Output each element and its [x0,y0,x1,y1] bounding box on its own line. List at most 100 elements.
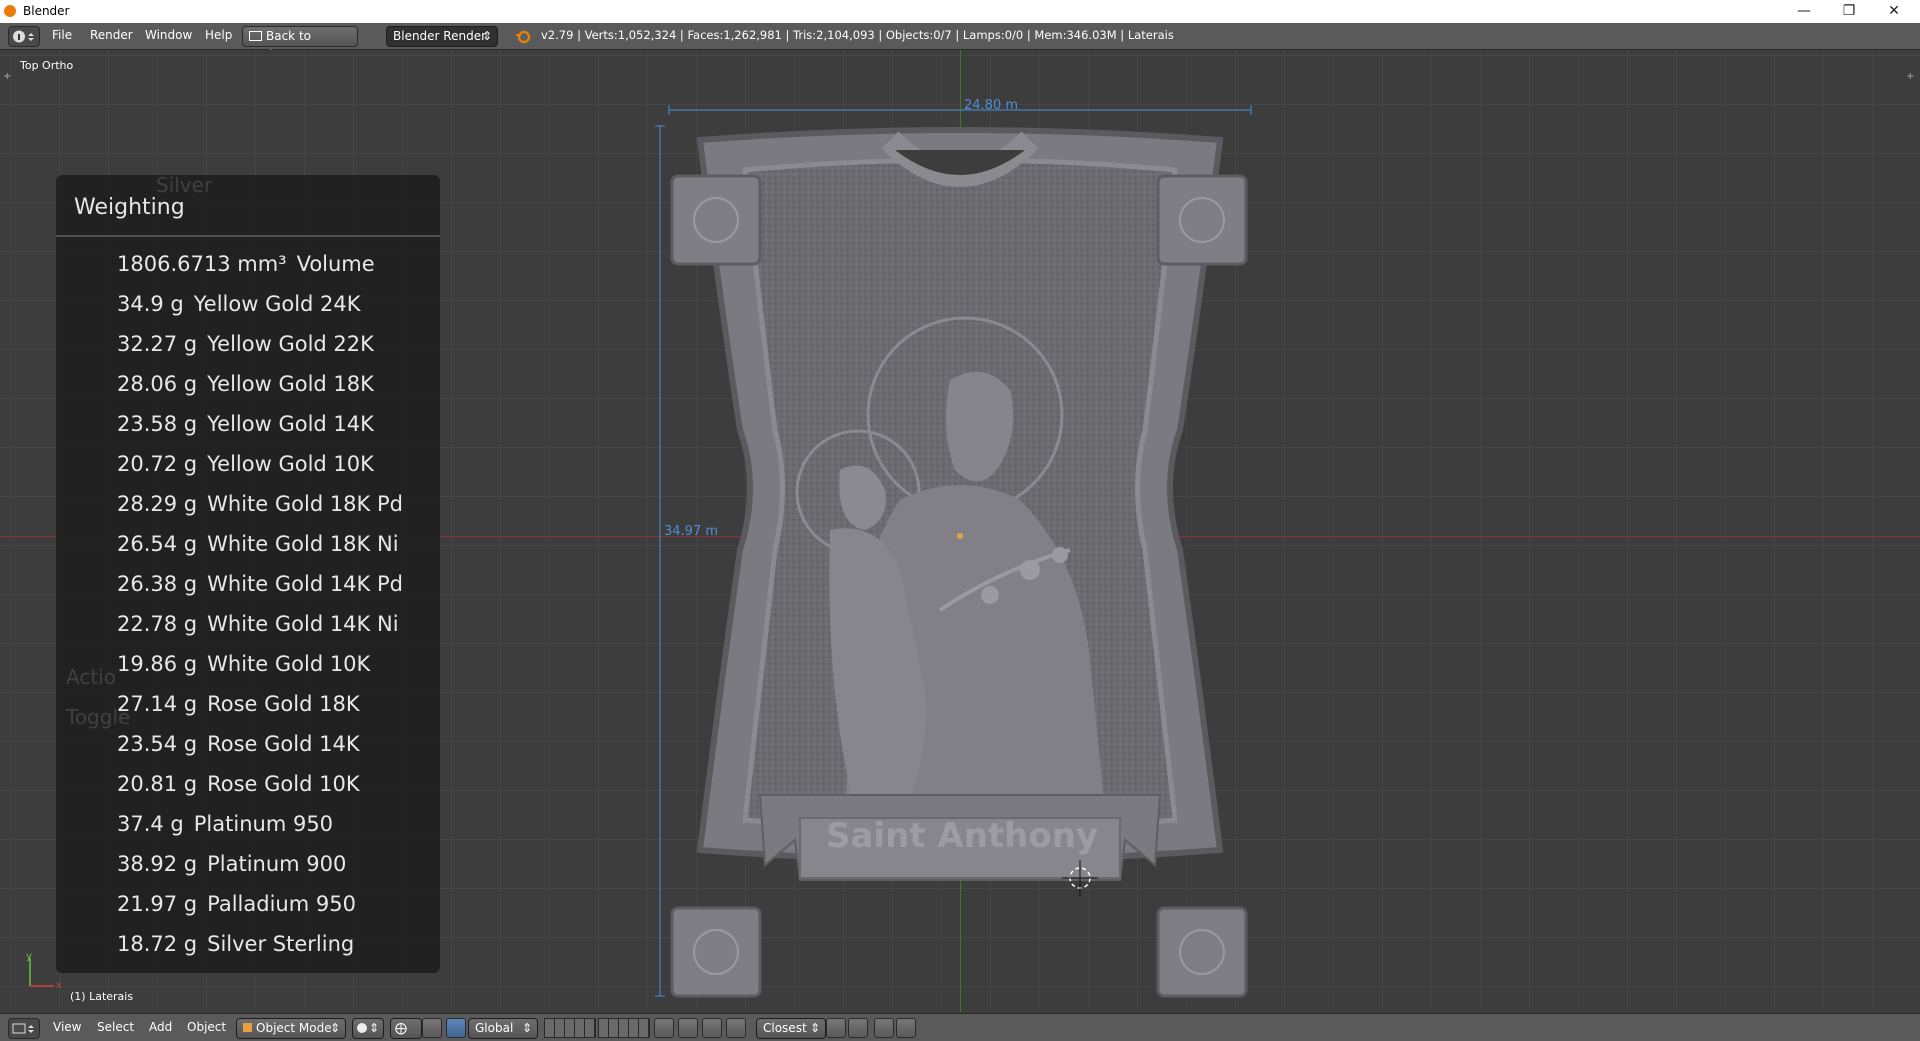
minimize-icon[interactable]: — [1782,0,1826,23]
mode-dropdown[interactable]: Object Mode ⇕ [236,1018,346,1039]
weight-value: 38.92 g [117,852,198,876]
menu-help[interactable]: Help [205,28,232,42]
weight-row: 27.14 g Rose Gold 18K [117,692,360,716]
weight-row: 20.72 g Yellow Gold 10K [117,452,374,476]
snap-align-icon[interactable] [826,1018,846,1038]
weight-value: 28.06 g [117,372,198,396]
info-header: File Render Window Help Back to Previous… [0,23,1920,62]
transform-manipulator-icon[interactable] [446,1018,466,1038]
screen-icon [249,31,262,41]
menu-file[interactable]: File [52,28,72,42]
weight-value: 26.38 g [117,572,198,596]
editor-type-button[interactable] [8,26,40,47]
menu-view[interactable]: View [53,1020,81,1034]
ghost-text-action: Actio [66,665,116,689]
weight-row: 32.27 g Yellow Gold 22K [117,332,374,356]
back-to-previous-button[interactable]: Back to Previous [242,26,358,62]
snap-element-icon[interactable] [726,1018,746,1038]
dropdown-arrows-icon: ⇕ [521,1021,532,1035]
proportional-editing-icon[interactable] [678,1018,698,1038]
window-titlebar: Blender — ❐ ✕ [0,0,1920,23]
menu-object[interactable]: Object [187,1020,226,1034]
weighting-panel: Silver Actio Toggle Weighting 1806.6713 … [56,173,440,973]
weighting-title: Weighting [74,195,185,220]
metal-name: Palladium 950 [207,892,356,916]
height-dimension-label: 34.97 m [664,524,719,539]
close-icon[interactable]: ✕ [1872,0,1916,23]
volume-row: 1806.6713 mm³ Volume [117,252,375,276]
metal-name: Yellow Gold 18K [207,372,374,396]
weight-value: 27.14 g [117,692,198,716]
object-origin-dot [957,533,963,539]
metal-name: Platinum 900 [207,852,347,876]
weight-row: 34.9 g Yellow Gold 24K [117,292,361,316]
render-engine-dropdown[interactable]: Blender Render ⇕ [386,26,498,47]
dropdown-arrows-icon: ⇕ [809,1021,820,1035]
weight-value: 23.54 g [117,732,198,756]
weight-row: 26.38 g White Gold 14K Pd [117,572,403,596]
metal-name: Rose Gold 18K [207,692,360,716]
menu-select[interactable]: Select [97,1020,134,1034]
window-title: Blender [23,4,70,18]
menu-window[interactable]: Window [145,28,192,42]
layer-buttons-group-2[interactable] [598,1018,650,1038]
weight-value: 21.97 g [117,892,198,916]
render-animation-icon[interactable] [896,1018,916,1038]
plaque-engraved-text: Saint Anthony [826,816,1099,856]
corner-block [1156,174,1248,266]
snap-target-dropdown[interactable]: Closest ⇕ [756,1018,826,1039]
weight-row: 20.81 g Rose Gold 10K [117,772,360,796]
weight-row: 23.54 g Rose Gold 14K [117,732,360,756]
menu-render[interactable]: Render [90,28,133,42]
metal-name: Yellow Gold 14K [207,412,374,436]
weight-row: 21.97 g Palladium 950 [117,892,356,916]
manipulator-toggle-icon[interactable] [422,1018,442,1038]
solid-shading-icon [357,1023,367,1033]
dropdown-arrows-icon: ⇕ [481,29,492,43]
weight-value: 19.86 g [117,652,198,676]
weight-value: 32.27 g [117,332,198,356]
3d-viewport[interactable]: Top Ortho + + Saint Anthony 24.80 m 34.9… [0,50,1920,1012]
weight-row: 38.92 g Platinum 900 [117,852,346,876]
metal-name: Yellow Gold 10K [207,452,374,476]
layers-lock-icon[interactable] [654,1018,674,1038]
3d-view-header: View Select Add Object Object Mode ⇕ ⇕ ⨁… [0,1013,1920,1041]
layer-buttons-group-1[interactable] [544,1018,596,1038]
metal-name: White Gold 14K Ni [207,612,399,636]
metal-name: White Gold 18K Pd [207,492,403,516]
width-dimension-label: 24.80 m [964,98,1019,113]
metal-name: Rose Gold 14K [207,732,360,756]
snap-project-icon[interactable] [848,1018,868,1038]
x-axis-letter: x [56,980,62,991]
snap-toggle-icon[interactable] [702,1018,722,1038]
weight-value: 20.81 g [117,772,198,796]
corner-block [670,174,762,266]
dropdown-arrows-icon: ⇕ [369,1021,380,1035]
snap-target-value: Closest [763,1021,807,1035]
render-still-icon[interactable] [874,1018,894,1038]
weight-value: 26.54 g [117,532,198,556]
weight-row: 18.72 g Silver Sterling [117,932,354,956]
editor-type-button[interactable] [8,1018,40,1039]
weight-value: 20.72 g [117,452,198,476]
metal-name: Yellow Gold 24K [193,292,361,316]
weight-row: 28.06 g Yellow Gold 18K [117,372,374,396]
pivot-point-dropdown[interactable]: ⨁ [390,1018,422,1039]
menu-add[interactable]: Add [149,1020,172,1034]
weight-value: 34.9 g [117,292,184,316]
weight-row: 23.58 g Yellow Gold 14K [117,412,374,436]
metal-name: White Gold 18K Ni [207,532,399,556]
panel-divider [56,235,440,237]
weight-row: 22.78 g White Gold 14K Ni [117,612,399,636]
volume-value: 1806.6713 mm³ [117,252,287,276]
weight-value: 22.78 g [117,612,198,636]
blender-version-icon [516,30,531,44]
weight-row: 19.86 g White Gold 10K [117,652,370,676]
shading-dropdown[interactable]: ⇕ [352,1018,384,1039]
restore-icon[interactable]: ❐ [1827,0,1871,23]
metal-name: White Gold 14K Pd [207,572,403,596]
weight-row: 28.29 g White Gold 18K Pd [117,492,403,516]
weight-value: 18.72 g [117,932,198,956]
orientation-value: Global [475,1021,514,1035]
transform-orientation-dropdown[interactable]: Global ⇕ [468,1018,538,1039]
